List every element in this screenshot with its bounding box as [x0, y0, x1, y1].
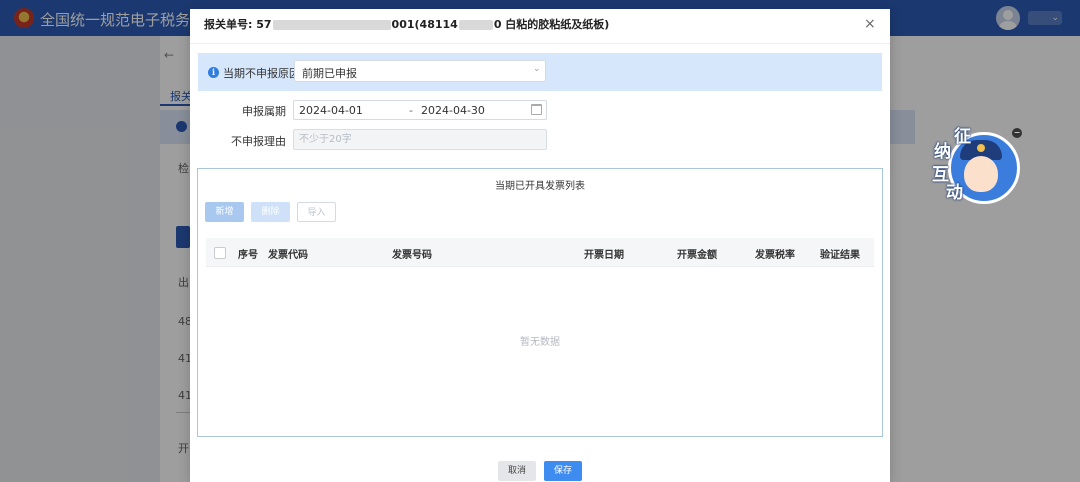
badge-icon [977, 144, 985, 152]
add-invoice-button[interactable]: 新增 [205, 202, 244, 222]
dialog-header-divider [190, 43, 890, 44]
no-declare-reason-label: 不申报理由 [231, 135, 286, 148]
import-invoice-button[interactable]: 导入 [297, 202, 336, 222]
mascot-char: 征 [954, 127, 971, 147]
cancel-button[interactable]: 取消 [498, 461, 536, 481]
delete-invoice-button[interactable]: 删除 [251, 202, 290, 222]
period-end-value[interactable]: 2024-04-30 [421, 104, 485, 117]
period-label: 申报属期 [242, 105, 286, 118]
column-header-verify-result: 验证结果 [820, 250, 860, 261]
calendar-icon[interactable] [531, 104, 542, 115]
mascot-face [964, 156, 998, 192]
period-start-value[interactable]: 2024-04-01 [299, 104, 363, 117]
invoice-dialog: 报关单号: 57 001(48114 0 白粘的胶粘纸及纸板) × i 当期不申报原… [190, 9, 890, 482]
column-header-issue-date: 开票日期 [584, 250, 624, 261]
reason-label: 当期不申报原因 [223, 67, 300, 80]
save-button[interactable]: 保存 [544, 461, 582, 481]
select-all-checkbox[interactable] [214, 247, 226, 259]
dialog-title: 报关单号: 57 001(48114 0 白粘的胶粘纸及纸板) [204, 17, 609, 33]
dialog-title-suffix: 0 白粘的胶粘纸及纸板) [493, 18, 610, 31]
empty-table-text: 暂无数据 [520, 337, 560, 348]
info-icon: i [208, 67, 219, 78]
mascot-widget[interactable]: 征 纳 互 动 − [926, 122, 1026, 208]
redacted-block [272, 20, 391, 30]
mascot-char: 动 [946, 183, 963, 203]
reason-select[interactable]: 前期已申报 ⌄ [294, 60, 546, 82]
column-header-invoice-code: 发票代码 [268, 250, 308, 261]
column-header-invoice-number: 发票号码 [392, 250, 432, 261]
close-icon[interactable]: × [864, 17, 876, 31]
column-header-amount: 开票金额 [677, 250, 717, 261]
dialog-title-mid: 001(48114 [391, 18, 458, 31]
mascot-char: 纳 [934, 142, 951, 162]
dialog-title-prefix: 报关单号: 57 [204, 18, 272, 31]
no-declare-reason-input[interactable] [293, 129, 547, 150]
reason-select-value: 前期已申报 [302, 67, 357, 80]
column-header-seq: 序号 [238, 250, 258, 261]
reason-bar: i 当期不申报原因 前期已申报 ⌄ [198, 53, 882, 91]
invoice-list-panel: 当期已开具发票列表 新增 删除 导入 序号 发票代码 发票号码 开票日期 开票金… [197, 168, 883, 437]
minus-icon[interactable]: − [1012, 128, 1022, 138]
period-separator: - [409, 104, 413, 117]
invoice-list-title: 当期已开具发票列表 [495, 181, 585, 192]
invoice-table-header: 序号 发票代码 发票号码 开票日期 开票金额 发票税率 验证结果 [206, 238, 874, 267]
column-header-tax-rate: 发票税率 [755, 250, 795, 261]
redacted-block [458, 20, 493, 30]
chevron-down-icon: ⌄ [533, 64, 541, 74]
period-range-picker[interactable]: 2024-04-01 - 2024-04-30 [293, 100, 547, 120]
